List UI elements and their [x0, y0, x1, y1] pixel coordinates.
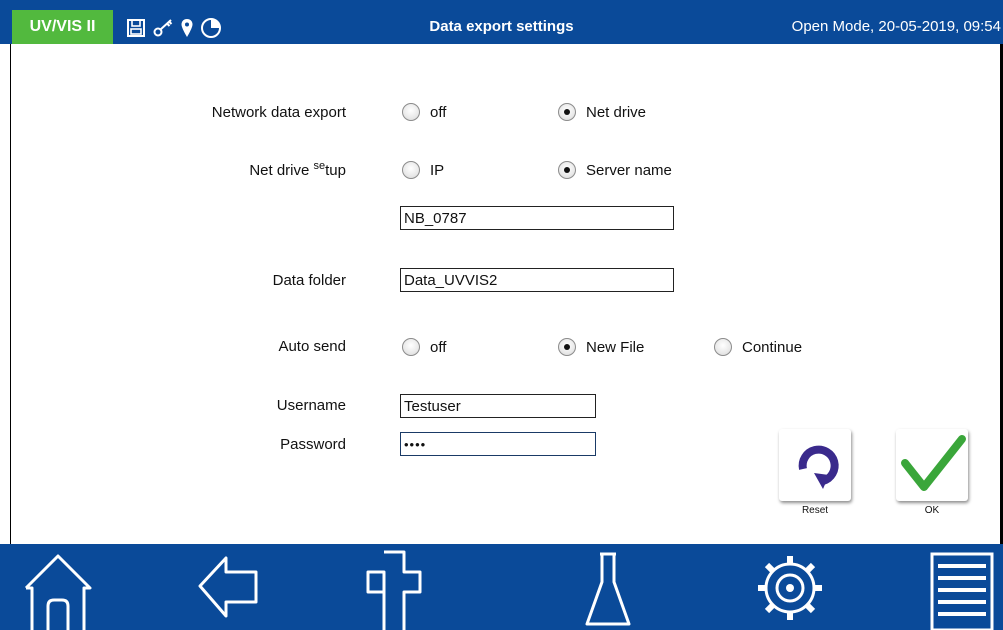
radio-label: Continue	[742, 338, 803, 356]
reset-button[interactable]	[779, 429, 851, 501]
auto-send-continue-radio[interactable]: Continue	[714, 338, 802, 356]
mode-and-datetime: Open Mode, 20-05-2019, 09:54	[791, 18, 1001, 35]
radio-circle	[402, 103, 420, 121]
radio-label: off	[430, 103, 447, 121]
data-folder-label: Data folder	[272, 272, 346, 289]
password-input[interactable]	[400, 432, 596, 456]
reset-label: Reset	[801, 505, 829, 516]
network-export-off-radio[interactable]: off	[402, 103, 446, 121]
auto-send-off-radio[interactable]: off	[402, 338, 446, 356]
radio-label: IP	[430, 161, 445, 179]
net-drive-server-name-radio[interactable]: Server name	[558, 161, 672, 179]
home-icon	[24, 554, 92, 630]
label-part: tup	[325, 162, 346, 179]
radio-label: New File	[586, 338, 645, 356]
radio-circle	[402, 161, 420, 179]
add-button[interactable]	[366, 544, 422, 630]
back-arrow-icon	[198, 556, 258, 618]
password-label: Password	[280, 436, 346, 453]
radio-label: off	[430, 338, 447, 356]
username-label: Username	[276, 397, 346, 414]
page-title: Data export settings	[429, 18, 574, 35]
frame-left-border	[0, 44, 11, 544]
data-folder-input[interactable]	[400, 268, 674, 292]
auto-send-new-file-radio[interactable]: New File	[558, 338, 644, 356]
settings-button[interactable]	[752, 544, 828, 630]
app-badge: UV/VIS II	[12, 10, 113, 44]
net-drive-ip-radio[interactable]: IP	[402, 161, 444, 179]
plus-icon	[366, 550, 422, 630]
save-icon	[127, 19, 145, 37]
reset-icon	[798, 445, 839, 489]
auto-send-label: Auto send	[278, 338, 346, 355]
radio-circle	[558, 338, 576, 356]
key-icon	[153, 19, 173, 37]
radio-circle	[558, 103, 576, 121]
location-pin-icon	[181, 19, 193, 37]
check-icon	[901, 435, 966, 491]
radio-selected-dot	[564, 109, 570, 115]
radio-selected-dot	[564, 167, 570, 173]
radio-label: Server name	[586, 161, 672, 179]
radio-circle	[558, 161, 576, 179]
flask-icon	[585, 552, 631, 626]
menu-list-icon	[930, 552, 994, 630]
radio-circle	[714, 338, 732, 356]
ok-label: OK	[924, 505, 940, 516]
radio-selected-dot	[564, 344, 570, 350]
net-drive-setup-label: Net drive setup	[249, 160, 346, 179]
label-sup: se	[313, 160, 326, 172]
back-button[interactable]	[196, 544, 260, 630]
bottom-nav	[0, 544, 1003, 630]
network-export-net-drive-radio[interactable]: Net drive	[558, 103, 646, 121]
menu-button[interactable]	[928, 544, 996, 630]
radio-label: Net drive	[586, 103, 647, 121]
ok-button[interactable]	[896, 429, 968, 501]
username-input[interactable]	[400, 394, 596, 418]
server-name-input[interactable]	[400, 206, 674, 230]
label-part: Net drive	[249, 162, 314, 179]
network-export-label: Network data export	[211, 104, 346, 121]
radio-circle	[402, 338, 420, 356]
home-button[interactable]	[22, 544, 94, 630]
measurement-button[interactable]	[584, 544, 632, 630]
gear-icon	[758, 556, 822, 620]
pie-progress-icon	[201, 18, 221, 38]
top-bar: UV/VIS II Data export settings Open Mode…	[0, 0, 1003, 44]
status-icons	[126, 14, 222, 42]
